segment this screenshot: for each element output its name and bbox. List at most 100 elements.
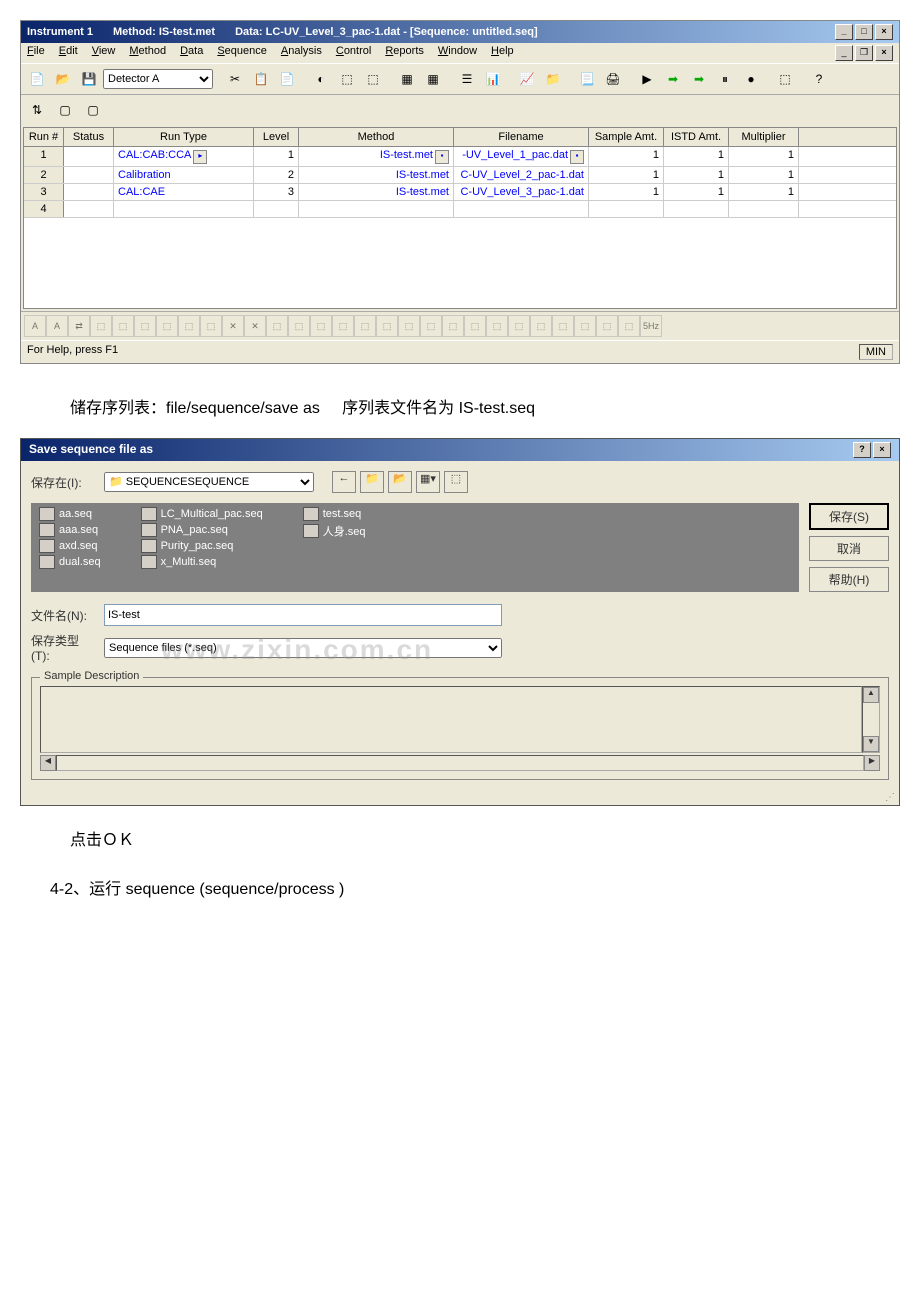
btool-icon[interactable]: ⬚ — [420, 315, 442, 337]
file-item[interactable]: test.seq — [303, 507, 366, 521]
new-folder-icon[interactable]: 📂 — [388, 471, 412, 493]
btool-icon[interactable]: ⬚ — [442, 315, 464, 337]
header-runtype[interactable]: Run Type — [114, 128, 254, 146]
sample-description-textarea[interactable] — [40, 686, 862, 753]
btool-icon[interactable]: ⬚ — [486, 315, 508, 337]
sec-tool-3[interactable]: ▢ — [81, 98, 105, 122]
cell-method[interactable]: IS-test.met — [299, 184, 454, 200]
detector-select[interactable]: Detector A — [103, 69, 213, 89]
scroll-up-icon[interactable]: ▲ — [863, 687, 879, 703]
sec-tool-1[interactable]: ⇅ — [25, 98, 49, 122]
cell-mult[interactable]: 1 — [729, 184, 799, 200]
tool-icon-7[interactable]: ▶ — [635, 67, 659, 91]
mdi-close-button[interactable]: × — [875, 45, 893, 61]
save-icon[interactable]: 💾 — [77, 67, 101, 91]
resize-grip-icon[interactable]: ⋰ — [21, 790, 899, 805]
table-row[interactable]: 3CAL:CAE3IS-test.metC-UV_Level_3_pac-1.d… — [24, 184, 896, 201]
header-status[interactable]: Status — [64, 128, 114, 146]
btool-icon[interactable]: ⬚ — [134, 315, 156, 337]
file-item[interactable]: aaa.seq — [39, 523, 101, 537]
grid-icon-2[interactable]: ▦ — [421, 67, 445, 91]
dialog-close-button[interactable]: × — [873, 442, 891, 458]
btool-icon[interactable]: ✕ — [222, 315, 244, 337]
cell-level[interactable]: 3 — [254, 184, 299, 200]
cell-status[interactable] — [64, 167, 114, 183]
cell-mult[interactable] — [729, 201, 799, 217]
cell-mult[interactable]: 1 — [729, 167, 799, 183]
cell-sample[interactable]: 1 — [589, 147, 664, 166]
cell-istd[interactable]: 1 — [664, 167, 729, 183]
save-button[interactable]: 保存(S) — [809, 503, 889, 530]
file-item[interactable]: 人身.seq — [303, 523, 366, 539]
scroll-left-icon[interactable]: ◀ — [40, 755, 56, 771]
cell-method[interactable]: IS-test.met — [299, 167, 454, 183]
dropdown-icon[interactable]: ▪ — [570, 150, 584, 164]
btool-icon[interactable]: ⬚ — [530, 315, 552, 337]
cancel-button[interactable]: 取消 — [809, 536, 889, 561]
menu-data[interactable]: Data — [180, 45, 203, 61]
menu-reports[interactable]: Reports — [385, 45, 424, 61]
cell-sample[interactable]: 1 — [589, 167, 664, 183]
cell-status[interactable] — [64, 184, 114, 200]
menu-sequence[interactable]: Sequence — [217, 45, 267, 61]
tool-icon-5[interactable]: 📁 — [541, 67, 565, 91]
btool-icon[interactable]: ⬚ — [354, 315, 376, 337]
table-row[interactable]: 2Calibration2IS-test.metC-UV_Level_2_pac… — [24, 167, 896, 184]
tool-icon-6[interactable]: 🖨 — [601, 67, 625, 91]
btool-icon[interactable]: ⬚ — [266, 315, 288, 337]
vertical-scrollbar[interactable]: ▲ ▼ — [862, 686, 880, 753]
btool-icon[interactable]: ⬚ — [618, 315, 640, 337]
chart-icon[interactable]: 📈 — [515, 67, 539, 91]
new-icon[interactable]: 📄 — [25, 67, 49, 91]
paste-icon[interactable]: 📄 — [275, 67, 299, 91]
btool-icon[interactable]: ⬚ — [200, 315, 222, 337]
file-item[interactable]: Purity_pac.seq — [141, 539, 263, 553]
cell-mult[interactable]: 1 — [729, 147, 799, 166]
cell-status[interactable] — [64, 201, 114, 217]
header-istd[interactable]: ISTD Amt. — [664, 128, 729, 146]
back-icon[interactable]: ← — [332, 471, 356, 493]
minimize-button[interactable]: _ — [835, 24, 853, 40]
cell-method[interactable] — [299, 201, 454, 217]
btool-icon[interactable]: ⬚ — [398, 315, 420, 337]
cell-level[interactable]: 1 — [254, 147, 299, 166]
file-item[interactable]: axd.seq — [39, 539, 101, 553]
scroll-right-icon[interactable]: ▶ — [864, 755, 880, 771]
btool-icon[interactable]: ⬚ — [156, 315, 178, 337]
header-method[interactable]: Method — [299, 128, 454, 146]
cell-sample[interactable] — [589, 201, 664, 217]
cell-filename[interactable]: C-UV_Level_3_pac-1.dat — [454, 184, 589, 200]
btool-icon[interactable]: ⬚ — [90, 315, 112, 337]
arrow-right-icon[interactable]: ➡ — [661, 67, 685, 91]
horizontal-scrollbar[interactable] — [56, 755, 864, 771]
cell-istd[interactable]: 1 — [664, 147, 729, 166]
menu-file[interactable]: File — [27, 45, 45, 61]
filename-input[interactable] — [104, 604, 502, 626]
doc-icon[interactable]: 📃 — [575, 67, 599, 91]
menu-edit[interactable]: Edit — [59, 45, 78, 61]
tool-icon[interactable]: ◐ — [309, 67, 333, 91]
cell-runtype[interactable]: CAL:CAE — [114, 184, 254, 200]
close-button[interactable]: × — [875, 24, 893, 40]
cell-filename[interactable]: -UV_Level_1_pac.dat▪ — [454, 147, 589, 166]
grid-icon[interactable]: ▦ — [395, 67, 419, 91]
tool-icon-4[interactable]: 📊 — [481, 67, 505, 91]
file-item[interactable]: x_Multi.seq — [141, 555, 263, 569]
cell-sample[interactable]: 1 — [589, 184, 664, 200]
mdi-restore-button[interactable]: ❐ — [855, 45, 873, 61]
menu-analysis[interactable]: Analysis — [281, 45, 322, 61]
menu-control[interactable]: Control — [336, 45, 371, 61]
header-mult[interactable]: Multiplier — [729, 128, 799, 146]
view-menu-icon[interactable]: ▦▾ — [416, 471, 440, 493]
btool-icon[interactable]: ⬚ — [596, 315, 618, 337]
scroll-down-icon[interactable]: ▼ — [863, 736, 879, 752]
cut-icon[interactable]: ✂ — [223, 67, 247, 91]
tool-icon-2[interactable]: ⬚ — [335, 67, 359, 91]
header-run[interactable]: Run # — [24, 128, 64, 146]
file-item[interactable]: dual.seq — [39, 555, 101, 569]
btool-icon[interactable]: 5Hz — [640, 315, 662, 337]
menu-method[interactable]: Method — [129, 45, 166, 61]
cell-runtype[interactable] — [114, 201, 254, 217]
help-button[interactable]: 帮助(H) — [809, 567, 889, 592]
file-item[interactable]: PNA_pac.seq — [141, 523, 263, 537]
